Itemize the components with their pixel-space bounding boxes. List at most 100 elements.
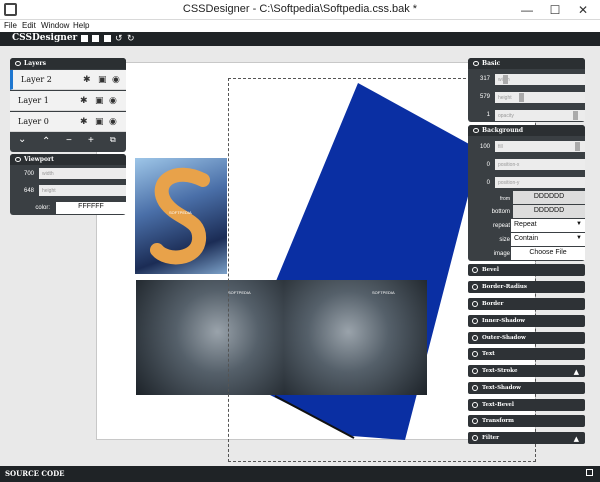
expand-icon xyxy=(472,385,478,391)
collapse-icon xyxy=(473,61,479,66)
expand-icon xyxy=(472,418,478,424)
move-up-icon[interactable]: ⌃ xyxy=(42,136,50,147)
expand-icon xyxy=(472,318,478,324)
basic-width-slider[interactable]: width xyxy=(495,74,585,85)
layer-row[interactable]: Layer 2 ✱ ▣ ◉ xyxy=(10,70,126,90)
expand-icon xyxy=(472,284,478,290)
viewport-title: Viewport xyxy=(24,156,54,163)
section-label: Text-Bevel xyxy=(482,402,514,408)
collapse-icon xyxy=(473,128,479,133)
expand-icon xyxy=(472,351,478,357)
section-label: Text-Stroke xyxy=(482,368,518,374)
warning-icon: ▲ xyxy=(573,367,579,376)
background-panel: Background 100 fill 0 position-x 0 posit… xyxy=(468,125,585,261)
section-label: Border-Radius xyxy=(482,284,528,290)
height-value[interactable]: 648 xyxy=(10,188,34,194)
visibility-eye-icon[interactable]: ◉ xyxy=(109,117,117,127)
section-label: Text xyxy=(482,351,495,357)
viewport-panel-header[interactable]: Viewport xyxy=(10,154,126,165)
source-code-label[interactable]: SOURCE CODE xyxy=(5,469,65,478)
section-text-bevel[interactable]: Text-Bevel xyxy=(468,399,585,411)
remove-layer-button[interactable]: − xyxy=(66,135,72,146)
dropdown-arrow-icon: ▼ xyxy=(576,221,582,227)
basic-height-slider[interactable]: height xyxy=(495,92,585,103)
section-label: Filter xyxy=(482,435,500,441)
expand-icon xyxy=(472,402,478,408)
section-label: Outer-Shadow xyxy=(482,335,526,341)
settings-icon[interactable]: ✱ xyxy=(83,75,91,85)
basic-panel-header[interactable]: Basic xyxy=(468,58,585,69)
slider-knob[interactable] xyxy=(573,111,578,120)
dropdown-arrow-icon: ▼ xyxy=(576,235,582,241)
size-select[interactable]: Contain ▼ xyxy=(511,233,585,246)
settings-icon[interactable]: ✱ xyxy=(80,117,88,127)
s-logo-image[interactable]: SOFTPEDIA xyxy=(135,158,227,274)
visibility-eye-icon[interactable]: ◉ xyxy=(109,96,117,106)
width-value[interactable]: 700 xyxy=(10,171,34,177)
layers-panel: Layers Layer 2 ✱ ▣ ◉ Layer 1 ✱ ▣ ◉ Layer… xyxy=(10,58,126,152)
fill-placeholder: fill xyxy=(498,144,503,150)
expand-icon xyxy=(472,267,478,273)
position-y-slider[interactable]: position-y xyxy=(495,177,585,188)
gradient-from-color[interactable]: DDDDDD xyxy=(513,191,585,204)
position-y-placeholder: position-y xyxy=(498,180,520,186)
move-down-icon[interactable]: ⌄ xyxy=(18,134,26,145)
section-outer-shadow[interactable]: Outer-Shadow xyxy=(468,332,585,344)
section-inner-shadow[interactable]: Inner-Shadow xyxy=(468,315,585,327)
s-letter-icon xyxy=(150,167,210,265)
section-label: Transform xyxy=(482,418,515,424)
background-panel-header[interactable]: Background xyxy=(468,125,585,136)
size-value: Contain xyxy=(514,235,539,242)
visibility-eye-icon[interactable]: ◉ xyxy=(112,75,120,85)
duplicate-layer-icon[interactable]: ⧉ xyxy=(110,135,116,145)
height-placeholder: height xyxy=(42,188,56,194)
layer-row[interactable]: Layer 0 ✱ ▣ ◉ xyxy=(10,112,126,132)
expand-panel-icon[interactable] xyxy=(586,469,593,476)
lock-icon[interactable]: ▣ xyxy=(98,75,107,85)
slider-knob[interactable] xyxy=(519,93,524,102)
section-text-shadow[interactable]: Text-Shadow xyxy=(468,382,585,394)
slider-knob[interactable] xyxy=(575,142,580,151)
position-x-slider[interactable]: position-x xyxy=(495,159,585,170)
viewport-width-slider[interactable]: width xyxy=(39,168,126,179)
position-x-value[interactable]: 0 xyxy=(468,162,490,168)
basic-panel: Basic 317 width 579 height 1 opacity xyxy=(468,58,585,122)
layer-controls: ⌄ ⌃ − + ⧉ xyxy=(10,134,126,150)
layer-row[interactable]: Layer 1 ✱ ▣ ◉ xyxy=(10,91,126,111)
layers-icon xyxy=(15,61,21,66)
basic-opacity-slider[interactable]: opacity xyxy=(495,110,585,121)
viewport-color-input[interactable]: FFFFFF xyxy=(56,202,126,214)
source-code-bar[interactable]: SOURCE CODE xyxy=(0,466,600,482)
watermark-text: SOFTPEDIA xyxy=(169,210,192,215)
fill-value[interactable]: 100 xyxy=(468,144,490,150)
section-text[interactable]: Text xyxy=(468,348,585,360)
section-transform[interactable]: Transform xyxy=(468,415,585,427)
section-filter[interactable]: Filter ▲ xyxy=(468,432,585,444)
layers-panel-header[interactable]: Layers xyxy=(10,58,126,69)
section-border-radius[interactable]: Border-Radius xyxy=(468,281,585,293)
section-text-stroke[interactable]: Text-Stroke ▲ xyxy=(468,365,585,377)
repeat-value: Repeat xyxy=(514,221,537,228)
section-border[interactable]: Border xyxy=(468,298,585,310)
lock-icon[interactable]: ▣ xyxy=(95,96,104,106)
viewport-icon xyxy=(15,157,21,162)
basic-width-value[interactable]: 317 xyxy=(468,76,490,82)
viewport-height-slider[interactable]: height xyxy=(39,185,126,196)
lock-icon[interactable]: ▣ xyxy=(95,117,104,127)
gradient-bottom-color[interactable]: DDDDDD xyxy=(513,205,585,218)
fill-slider[interactable]: fill xyxy=(495,141,585,152)
image-label: image xyxy=(493,251,510,257)
position-y-value[interactable]: 0 xyxy=(468,180,490,186)
width-placeholder: width xyxy=(42,171,54,177)
repeat-select[interactable]: Repeat ▼ xyxy=(511,219,585,232)
settings-icon[interactable]: ✱ xyxy=(80,96,88,106)
slider-knob[interactable] xyxy=(503,75,508,84)
repeat-label: repeat xyxy=(492,223,510,229)
add-layer-button[interactable]: + xyxy=(88,135,94,146)
layer-name: Layer 0 xyxy=(18,117,49,126)
basic-height-value[interactable]: 579 xyxy=(468,94,490,100)
viewport-panel: Viewport 700 width 648 height color: FFF… xyxy=(10,154,126,215)
section-bevel[interactable]: Bevel xyxy=(468,264,585,276)
choose-file-button[interactable]: Choose File xyxy=(511,247,585,260)
basic-opacity-value[interactable]: 1 xyxy=(468,112,490,118)
